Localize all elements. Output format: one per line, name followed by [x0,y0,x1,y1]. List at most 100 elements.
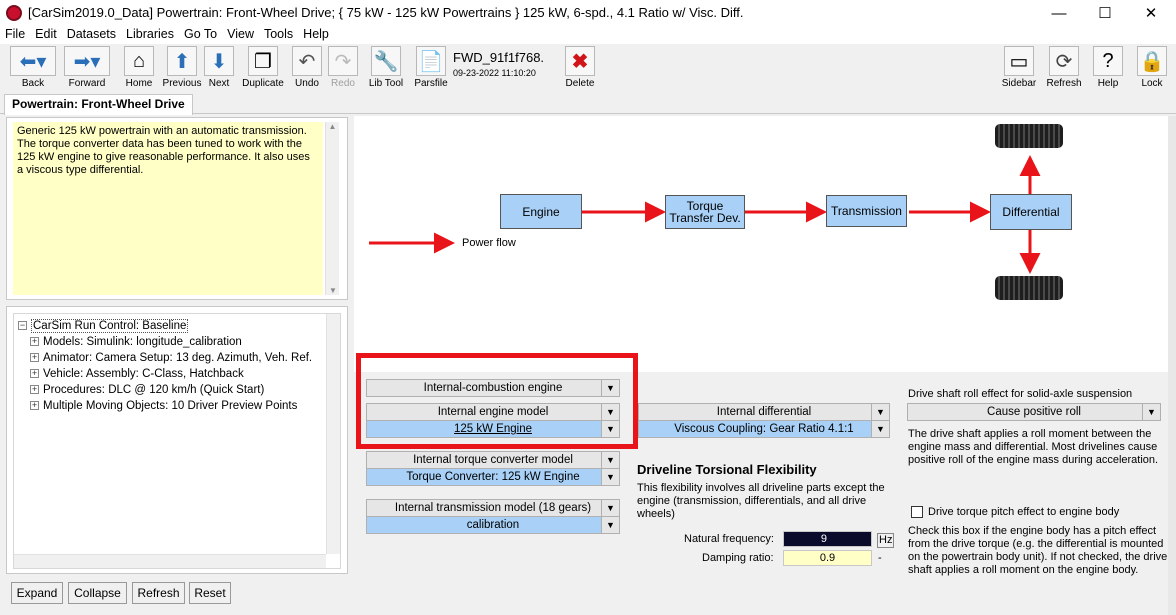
refresh-icon: ⟳ [1049,46,1079,76]
tree-item[interactable]: + Animator: Camera Setup: 13 deg. Azimuth… [30,352,312,364]
damping-ratio-label: Damping ratio: [702,552,774,564]
duplicate-button[interactable]: ❐ Duplicate [240,46,286,89]
rear-tire-icon [995,276,1063,300]
expand-icon[interactable]: + [30,353,39,362]
menu-datasets[interactable]: Datasets [62,26,121,44]
forward-button[interactable]: ➡▾ Forward [62,46,112,89]
tree-horizontal-scrollbar[interactable] [14,554,326,568]
torsional-flex-description: This flexibility involves all driveline … [637,482,885,520]
minimize-button[interactable]: — [1036,0,1082,26]
lib-tool-button[interactable]: 🔧 Lib Tool [366,46,406,89]
expand-icon[interactable]: + [30,369,39,378]
help-label: Help [1097,78,1119,89]
close-window-button[interactable]: ✕ [1128,0,1174,26]
lock-button[interactable]: 🔒 Lock [1134,46,1170,89]
dropdown-arrow-icon: ▼ [601,500,619,516]
menu-libraries[interactable]: Libraries [121,26,179,44]
tree-item[interactable]: + Models: Simulink: longitude_calibration [30,336,242,348]
sidebar-button[interactable]: ▭ Sidebar [1000,46,1038,89]
torsional-flex-title: Driveline Torsional Flexibility [637,462,817,477]
reset-button[interactable]: Reset [189,582,231,604]
tree-item-label: Vehicle: Assembly: C-Class, Hatchback [43,368,244,380]
natural-frequency-input[interactable]: 9 [783,531,872,547]
expand-icon[interactable]: + [30,385,39,394]
transmission-box[interactable]: Transmission [826,195,907,227]
transmission-link[interactable]: calibration ▼ [366,516,620,534]
torque-converter-dropdown[interactable]: Internal torque converter model ▼ [366,451,620,469]
tab-row: Powertrain: Front-Wheel Drive [0,94,1176,115]
tree-vertical-scrollbar[interactable] [326,314,340,554]
torque-converter-link[interactable]: Torque Converter: 125 kW Engine ▼ [366,468,620,486]
differential-link[interactable]: Viscous Coupling: Gear Ratio 4.1:1 ▼ [638,420,890,438]
back-label: Back [21,78,45,89]
tree-item-label: Multiple Moving Objects: 10 Driver Previ… [43,400,298,412]
menu-goto[interactable]: Go To [179,26,222,44]
collapse-icon[interactable]: − [18,321,27,330]
next-button[interactable]: ⬇ Next [204,46,234,89]
highlight-rectangle [356,353,638,449]
natural-frequency-unit: Hz [877,533,895,548]
main-scrollbar[interactable] [1168,116,1176,615]
tree-item[interactable]: + Procedures: DLC @ 120 km/h (Quick Start… [30,384,264,396]
tab-powertrain[interactable]: Powertrain: Front-Wheel Drive [4,94,193,115]
parsfile-label: Parsfile [414,78,448,89]
roll-effect-value: Cause positive roll [987,406,1081,418]
maximize-button[interactable]: ☐ [1082,0,1128,26]
redo-button[interactable]: ↷ Redo [327,46,359,89]
dropdown-arrow-icon: ▼ [871,421,889,437]
differential-box[interactable]: Differential [990,194,1072,230]
dropdown-arrow-icon: ▼ [601,452,619,468]
scroll-down-icon[interactable]: ▼ [326,286,340,295]
back-button[interactable]: ⬅▾ Back [8,46,58,89]
damping-ratio-input[interactable]: 0.9 [783,550,872,566]
window-title: [CarSim2019.0_Data] Powertrain: Front-Wh… [28,5,744,20]
delete-button[interactable]: ✖ Delete [562,46,598,89]
refresh-tree-button[interactable]: Refresh [132,582,185,604]
expand-button[interactable]: Expand [11,582,63,604]
differential-dropdown[interactable]: Internal differential ▼ [638,403,890,421]
engine-box[interactable]: Engine [500,194,582,229]
menu-help[interactable]: Help [298,26,334,44]
power-flow-label: Power flow [462,237,516,249]
notes-text[interactable]: Generic 125 kW powertrain with an automa… [13,122,323,295]
tree-item[interactable]: + Multiple Moving Objects: 10 Driver Prev… [30,400,297,412]
duplicate-label: Duplicate [242,78,284,89]
previous-button[interactable]: ⬆ Previous [162,46,202,89]
toolbar: ⬅▾ Back ➡▾ Forward ⌂ Home ⬆ Previous ⬇ N… [0,44,1176,92]
lock-icon: 🔒 [1137,46,1167,76]
title-bar: [CarSim2019.0_Data] Powertrain: Front-Wh… [0,0,1176,26]
lock-label: Lock [1141,78,1163,89]
damping-ratio-unit: - [878,552,882,564]
menu-edit[interactable]: Edit [30,26,62,44]
pitch-effect-checkbox[interactable] [911,506,923,518]
scroll-up-icon[interactable]: ▲ [326,122,339,131]
menu-tools[interactable]: Tools [259,26,298,44]
collapse-button[interactable]: Collapse [68,582,127,604]
home-label: Home [125,78,153,89]
menu-view[interactable]: View [222,26,259,44]
torque-converter-value: Torque Converter: 125 kW Engine [406,471,580,483]
undo-label: Undo [295,78,319,89]
help-question-icon: ? [1093,46,1123,76]
run-control-tree: − CarSim Run Control: Baseline + Models: S… [13,313,341,569]
parsfile-button[interactable]: 📄 Parsfile [414,46,448,89]
pitch-effect-description: Check this box if the engine body has a … [908,525,1168,576]
home-button[interactable]: ⌂ Home [122,46,156,89]
transmission-dropdown[interactable]: Internal transmission model (18 gears) ▼ [366,499,620,517]
help-button[interactable]: ? Help [1090,46,1126,89]
dropdown-arrow-icon: ▼ [871,404,889,420]
roll-effect-dropdown[interactable]: Cause positive roll ▼ [907,403,1161,421]
refresh-button[interactable]: ⟳ Refresh [1045,46,1083,89]
expand-icon[interactable]: + [30,337,39,346]
wrench-icon: 🔧 [371,46,401,76]
menu-file[interactable]: File [0,26,30,44]
undo-icon: ↶ [292,46,322,76]
torque-transfer-box[interactable]: Torque Transfer Dev. [665,195,745,229]
expand-icon[interactable]: + [30,401,39,410]
notes-scrollbar[interactable]: ▲ ▼ [325,122,339,295]
sidebar-label: Sidebar [1001,78,1037,89]
tree-item[interactable]: + Vehicle: Assembly: C-Class, Hatchback [30,368,244,380]
home-icon: ⌂ [124,46,154,76]
undo-button[interactable]: ↶ Undo [291,46,323,89]
tree-root[interactable]: − CarSim Run Control: Baseline [18,319,189,333]
